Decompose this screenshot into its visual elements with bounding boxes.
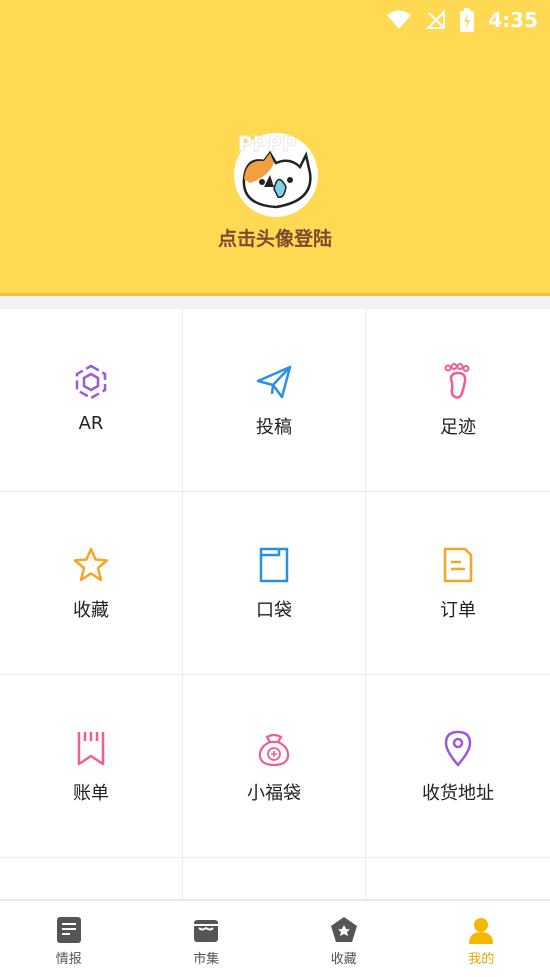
bill-icon [77, 732, 105, 766]
menu-item-empty [0, 858, 183, 900]
menu-item-empty [183, 858, 366, 900]
menu-item-lucky-bag[interactable]: 小福袋 [183, 675, 366, 858]
tab-label: 收藏 [330, 952, 357, 967]
tab-label: 情报 [55, 952, 82, 967]
menu-item-pocket[interactable]: 口袋 [183, 492, 366, 675]
location-pin-icon [444, 730, 472, 767]
menu-item-label: 订单 [440, 600, 476, 621]
login-prompt[interactable]: 点击头像登陆 [0, 224, 550, 251]
profile-icon [469, 918, 494, 944]
menu-item-bill[interactable]: 账单 [0, 675, 183, 858]
ar-cube-icon [75, 364, 107, 400]
news-icon [56, 917, 81, 943]
footprint-icon [444, 363, 470, 399]
menu-item-label: 足迹 [440, 417, 476, 438]
menu-item-orders[interactable]: 订单 [366, 492, 550, 675]
paper-plane-icon [256, 365, 292, 399]
menu-item-label: 口袋 [256, 600, 292, 621]
star-icon [73, 547, 109, 582]
bottom-tab-bar: 情报 市集 收藏 我的 [0, 900, 550, 977]
order-doc-icon [443, 547, 473, 583]
favorite-icon [330, 917, 357, 942]
menu-item-submit[interactable]: 投稿 [183, 309, 366, 492]
menu-item-label: 投稿 [256, 417, 292, 438]
menu-item-ar[interactable]: AR [0, 309, 183, 492]
no-signal-icon [426, 10, 446, 29]
menu-item-footprint[interactable]: 足迹 [366, 309, 550, 492]
menu-item-label: 小福袋 [247, 783, 301, 804]
market-icon [194, 920, 219, 942]
menu-item-favorites[interactable]: 收藏 [0, 492, 183, 675]
tab-label: 我的 [468, 952, 495, 967]
menu-item-empty [366, 858, 550, 900]
menu-item-address[interactable]: 收货地址 [366, 675, 550, 858]
cat-avatar-icon[interactable]: PPPP [230, 127, 322, 219]
wifi-icon [387, 10, 412, 29]
tab-favorites[interactable]: 收藏 [275, 901, 413, 977]
menu-item-label: 账单 [73, 783, 109, 804]
lucky-bag-icon [258, 733, 290, 767]
svg-text:PPPP: PPPP [238, 132, 297, 156]
tab-profile[interactable]: 我的 [413, 901, 550, 977]
status-time: 4:35 [488, 8, 538, 32]
menu-item-label: AR [78, 413, 104, 434]
status-bar: 4:35 [0, 0, 550, 40]
menu-item-label: 收货地址 [422, 783, 494, 804]
pocket-icon [259, 547, 289, 583]
menu-item-label: 收藏 [73, 600, 109, 621]
battery-charging-icon [460, 8, 475, 32]
tab-market[interactable]: 市集 [138, 901, 276, 977]
tab-label: 市集 [193, 952, 220, 967]
profile-header: 4:35 PPPP 点击头像登陆 [0, 0, 550, 296]
tab-news[interactable]: 情报 [0, 901, 138, 977]
